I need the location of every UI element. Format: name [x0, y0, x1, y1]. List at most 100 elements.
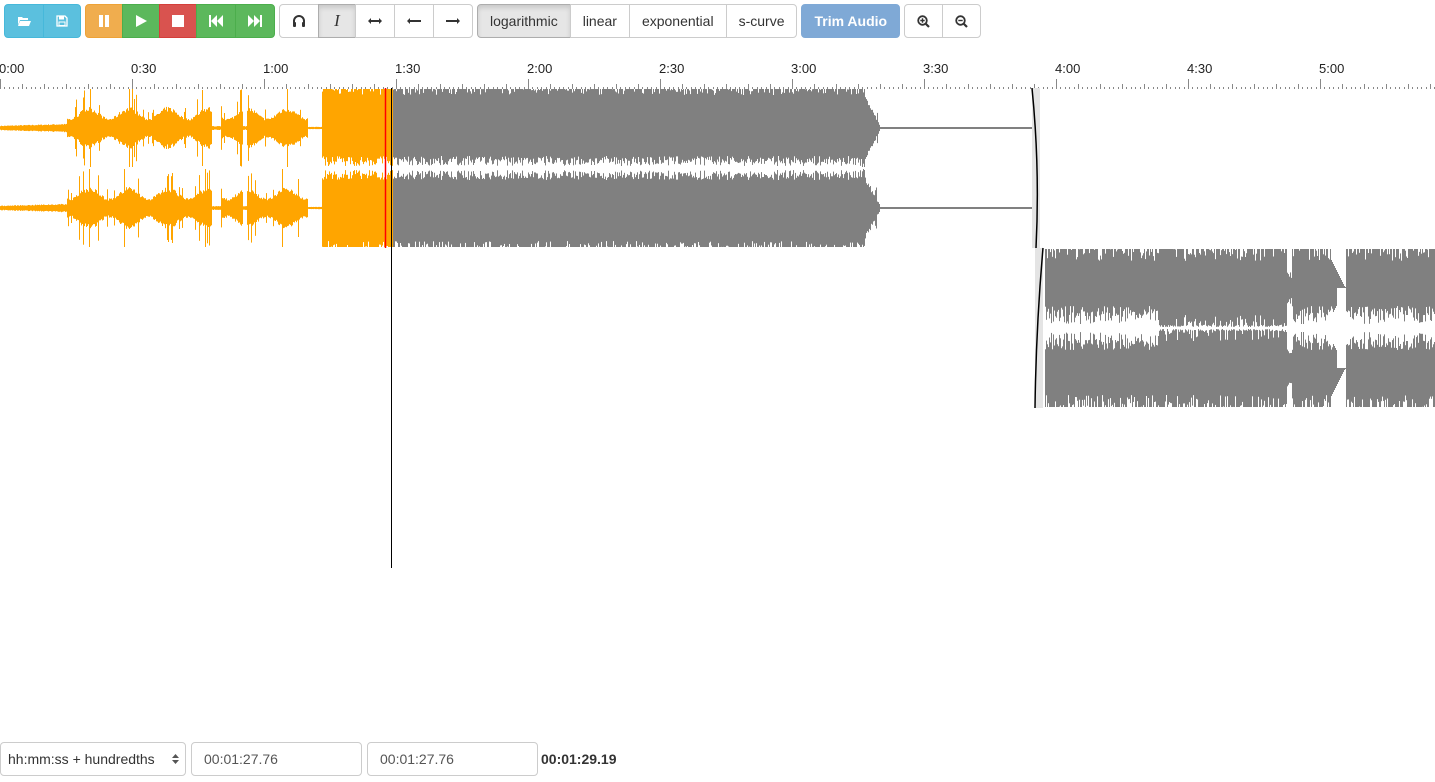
waveform-peak [1420, 329, 1421, 407]
waveform-peak [1274, 329, 1275, 407]
waveform-peak [548, 169, 549, 247]
zoom-in-button[interactable] [904, 4, 944, 38]
waveform-peak [632, 89, 633, 167]
waveform-peak [365, 169, 366, 247]
waveform-peak [442, 91, 443, 164]
selection-start-input[interactable] [191, 742, 362, 776]
waveform-peak [76, 99, 77, 157]
waveform-peak [232, 117, 233, 139]
waveform-peak [746, 169, 747, 247]
fade-in-region[interactable] [1035, 248, 1043, 408]
waveform-peak [157, 194, 158, 222]
fade-logarithmic-button[interactable]: logarithmic [477, 4, 571, 38]
waveform-peak [406, 89, 407, 167]
time-ruler[interactable]: 0:00 0:30 1:00 1:30 2:00 2:30 3:00 3:30 4:00 4:30… [0, 55, 1435, 90]
waveform-peak [586, 91, 587, 165]
fade-exponential-button[interactable]: exponential [628, 4, 727, 38]
waveform-peak [180, 117, 181, 139]
load-button[interactable] [4, 4, 44, 38]
waveform-peak [860, 169, 861, 247]
waveform-peak [1332, 262, 1333, 314]
state-shift-button[interactable] [355, 4, 395, 38]
waveform-peak [1171, 249, 1172, 327]
state-cursor-button[interactable] [279, 4, 319, 38]
fade-linear-button[interactable]: linear [569, 4, 630, 38]
waveform-peak [652, 169, 653, 247]
channel-gap [1168, 325, 1169, 331]
waveform-peak [850, 173, 851, 243]
channel-gap [595, 158, 596, 178]
channel-gap [1407, 315, 1408, 341]
waveform-peak [762, 169, 763, 247]
fade-scurve-button[interactable]: s-curve [725, 4, 798, 38]
waveform-peak [1352, 253, 1353, 323]
waveform-peak [368, 89, 369, 167]
waveform-peak [1046, 249, 1047, 327]
waveform-peak [1262, 249, 1263, 327]
waveform-peak [278, 112, 279, 144]
waveform-peak [507, 169, 508, 247]
waveform-peak [330, 89, 331, 167]
channel-gap [1054, 310, 1055, 346]
stop-button[interactable] [159, 4, 197, 38]
waveform-peak [274, 195, 275, 221]
waveform-peak [464, 169, 465, 247]
fast-forward-button[interactable] [235, 4, 275, 38]
waveform-peak [66, 204, 67, 212]
state-fadeout-button[interactable] [433, 4, 473, 38]
channel-gap [1343, 288, 1344, 368]
waveform-peak [105, 118, 106, 138]
waveform-peak [1405, 340, 1406, 396]
waveform-peak [524, 169, 525, 247]
time-format-select[interactable]: hh:mm:ss + hundredths [0, 742, 186, 776]
channel-gap [1402, 307, 1403, 349]
channel-gap [737, 162, 738, 174]
waveform-peak [724, 89, 725, 167]
selection-end-input[interactable] [367, 742, 538, 776]
waveform-peak [1135, 249, 1136, 327]
waveform-peak [582, 169, 583, 247]
waveform-peak [1105, 253, 1106, 323]
waveform-peak [347, 171, 348, 245]
channel-gap [785, 165, 786, 171]
waveform-peak [296, 113, 297, 143]
waveform-peak [401, 89, 402, 167]
zoom-out-button[interactable] [942, 4, 982, 38]
channel-gap [1079, 313, 1080, 343]
waveform-peak [380, 171, 381, 245]
channel-gap [377, 158, 378, 178]
channel-gap [669, 156, 670, 180]
waveform-peak [360, 169, 361, 247]
waveform-peak [1228, 249, 1229, 327]
waveform-peak [23, 205, 24, 211]
trim-audio-button[interactable]: Trim Audio [801, 4, 901, 38]
state-select-button[interactable]: I [318, 4, 356, 38]
waveform-peak [556, 89, 557, 167]
waveform-peak [234, 197, 235, 219]
waveform-peak [403, 169, 404, 247]
channel-gap [833, 164, 834, 172]
play-button[interactable] [122, 4, 160, 38]
channel-gap [508, 157, 509, 179]
channel-gap [732, 156, 733, 180]
waveform-peak [692, 171, 693, 245]
rewind-button[interactable] [196, 4, 236, 38]
playlist-waveforms[interactable] [0, 88, 1435, 568]
waveform-peak [769, 169, 770, 247]
waveform-peak [217, 206, 218, 210]
state-fadein-button[interactable] [394, 4, 434, 38]
channel-gap [479, 157, 480, 179]
channel-gap [473, 165, 474, 172]
track-1[interactable] [0, 88, 1040, 249]
waveform-peak [230, 118, 231, 138]
waveform-peak [206, 190, 207, 226]
save-button[interactable] [43, 4, 81, 38]
channel-gap [460, 162, 461, 174]
channel-gap [428, 164, 429, 172]
waveform-peak [546, 173, 547, 243]
pause-button[interactable] [85, 4, 123, 38]
channel-gap [1104, 306, 1105, 350]
waveform-peak [665, 169, 666, 247]
fade-out-region[interactable] [1032, 88, 1040, 248]
track-2[interactable] [1034, 247, 1435, 409]
